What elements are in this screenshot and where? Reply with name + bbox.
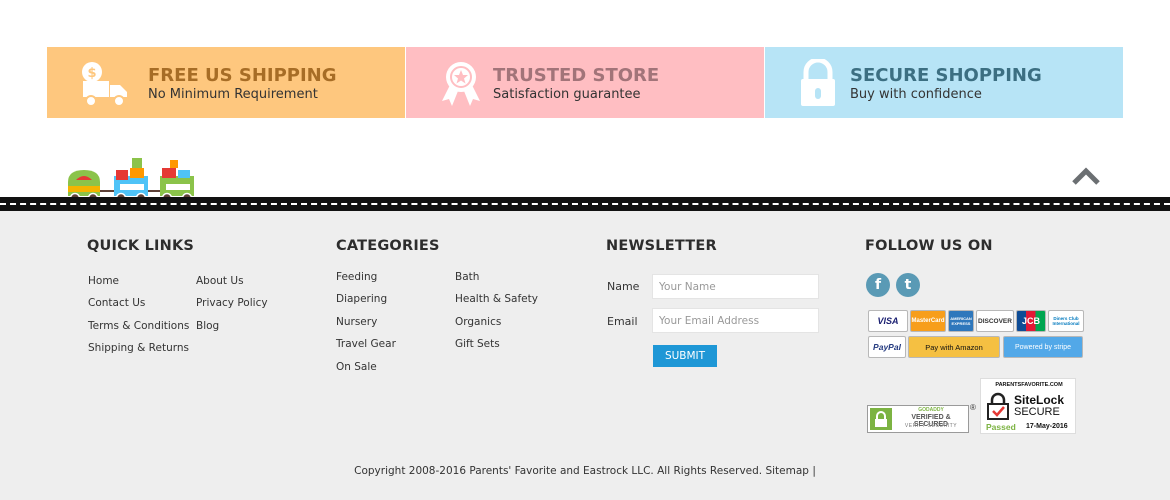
paypal-logo: PayPal [868, 336, 906, 358]
sitelock-secure-text: SECURE [1014, 406, 1060, 418]
email-label: Email [607, 315, 638, 328]
discover-logo: DISCOVER [976, 310, 1014, 332]
godaddy-verified-badge[interactable]: GODADDY VERIFIED & SECURED VERIFY SECURI… [867, 405, 969, 433]
category-link-feeding[interactable]: Feeding [336, 271, 377, 283]
category-link-travel-gear[interactable]: Travel Gear [336, 338, 396, 350]
godaddy-registered-mark: ® [970, 403, 976, 412]
follow-us-heading: FOLLOW US ON [865, 238, 993, 254]
sitelock-padlock-icon [987, 392, 1009, 420]
delivery-truck-icon: $ [82, 62, 127, 107]
stripe-logo: Powered by stripe [1003, 336, 1083, 358]
banner-free-shipping: $ FREE US SHIPPING No Minimum Requiremen… [47, 47, 405, 118]
payment-methods: VISA MasterCard AMERICAN EXPRESS DISCOVE… [868, 310, 1084, 360]
newsletter-name-input[interactable] [652, 274, 819, 299]
newsletter-submit-button[interactable]: SUBMIT [653, 345, 717, 367]
sitelock-site-name: PARENTSFAVORITE.COM [995, 382, 1063, 388]
padlock-icon [801, 59, 835, 106]
jcb-logo: JCB [1016, 310, 1046, 332]
road-dashes [0, 203, 1170, 205]
road-divider [0, 197, 1170, 211]
award-ribbon-icon [442, 62, 480, 106]
category-link-health-safety[interactable]: Health & Safety [455, 293, 538, 305]
footer-link-shipping-returns[interactable]: Shipping & Returns [88, 342, 189, 354]
newsletter-heading: NEWSLETTER [606, 238, 717, 254]
back-to-top-chevron-icon[interactable] [1071, 166, 1101, 186]
diners-club-logo: Diners Club International [1048, 310, 1084, 332]
twitter-icon[interactable]: t [896, 273, 920, 297]
banner-title: TRUSTED STORE [493, 65, 660, 86]
footer-link-blog[interactable]: Blog [196, 320, 219, 332]
svg-text:$: $ [87, 66, 96, 81]
categories-heading: CATEGORIES [336, 238, 440, 254]
footer-link-contact-us[interactable]: Contact Us [88, 297, 145, 309]
footer-link-home[interactable]: Home [88, 275, 119, 287]
category-link-nursery[interactable]: Nursery [336, 316, 377, 328]
sitelock-secure-badge[interactable]: PARENTSFAVORITE.COM SiteLock SECURE Pass… [980, 378, 1076, 434]
banner-title: SECURE SHOPPING [850, 65, 1042, 86]
category-link-bath[interactable]: Bath [455, 271, 479, 283]
godaddy-lock-icon [870, 408, 892, 430]
sitelock-date: 17-May-2016 [1026, 423, 1068, 430]
category-link-gift-sets[interactable]: Gift Sets [455, 338, 500, 350]
newsletter-email-input[interactable] [652, 308, 819, 333]
name-label: Name [607, 280, 640, 293]
feature-banner: $ FREE US SHIPPING No Minimum Requiremen… [47, 47, 1124, 118]
banner-subtitle: Buy with confidence [850, 87, 982, 102]
quick-links-heading: QUICK LINKS [87, 238, 195, 254]
banner-subtitle: Satisfaction guarantee [493, 87, 641, 102]
copyright-text: Copyright 2008-2016 Parents' Favorite an… [354, 465, 763, 477]
copyright-line: Copyright 2008-2016 Parents' Favorite an… [0, 465, 1170, 477]
footer-link-privacy-policy[interactable]: Privacy Policy [196, 297, 268, 309]
banner-subtitle: No Minimum Requirement [148, 87, 318, 102]
category-link-on-sale[interactable]: On Sale [336, 361, 377, 373]
godaddy-brand: GODADDY [918, 407, 944, 413]
category-link-diapering[interactable]: Diapering [336, 293, 387, 305]
sitemap-link[interactable]: Sitemap [765, 465, 809, 477]
banner-secure-shopping: SECURE SHOPPING Buy with confidence [764, 47, 1123, 118]
site-footer: QUICK LINKS Home Contact Us Terms & Cond… [0, 211, 1170, 500]
footer-link-terms[interactable]: Terms & Conditions [88, 320, 189, 332]
pay-with-amazon-logo: Pay with Amazon [908, 336, 1000, 358]
facebook-icon[interactable]: f [866, 273, 890, 297]
visa-logo: VISA [868, 310, 908, 332]
copyright-separator: | [812, 465, 816, 477]
category-link-organics[interactable]: Organics [455, 316, 501, 328]
amex-logo: AMERICAN EXPRESS [948, 310, 974, 332]
sitelock-brand: SiteLock [1014, 393, 1065, 407]
godaddy-verify-text: VERIFY SECURITY [904, 423, 958, 429]
banner-trusted-store: TRUSTED STORE Satisfaction guarantee [405, 47, 764, 118]
banner-title: FREE US SHIPPING [148, 65, 337, 86]
footer-link-about-us[interactable]: About Us [196, 275, 244, 287]
sitelock-status: Passed [986, 422, 1016, 432]
mastercard-logo: MasterCard [910, 310, 946, 332]
